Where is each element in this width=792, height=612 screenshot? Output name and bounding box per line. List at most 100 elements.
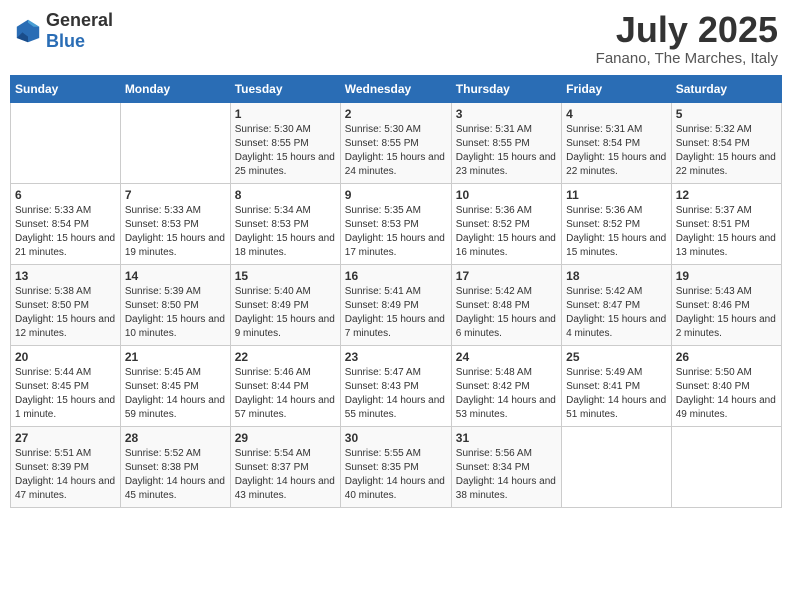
day-info: Sunrise: 5:37 AM Sunset: 8:51 PM Dayligh… — [676, 204, 777, 260]
day-info: Sunrise: 5:30 AM Sunset: 8:55 PM Dayligh… — [345, 123, 447, 179]
day-number: 10 — [456, 188, 557, 202]
header-wednesday: Wednesday — [340, 75, 451, 102]
calendar-cell: 3 Sunrise: 5:31 AM Sunset: 8:55 PM Daylig… — [451, 102, 561, 183]
day-info: Sunrise: 5:32 AM Sunset: 8:54 PM Dayligh… — [676, 123, 777, 179]
day-info: Sunrise: 5:36 AM Sunset: 8:52 PM Dayligh… — [456, 204, 557, 260]
day-number: 23 — [345, 350, 447, 364]
day-info: Sunrise: 5:31 AM Sunset: 8:55 PM Dayligh… — [456, 123, 557, 179]
day-info: Sunrise: 5:44 AM Sunset: 8:45 PM Dayligh… — [15, 366, 116, 422]
calendar-cell — [671, 426, 781, 507]
logo-icon — [14, 17, 42, 45]
day-info: Sunrise: 5:33 AM Sunset: 8:54 PM Dayligh… — [15, 204, 116, 260]
day-info: Sunrise: 5:30 AM Sunset: 8:55 PM Dayligh… — [235, 123, 336, 179]
calendar-cell: 11Sunrise: 5:36 AM Sunset: 8:52 PM Dayli… — [562, 183, 672, 264]
day-info: Sunrise: 5:36 AM Sunset: 8:52 PM Dayligh… — [566, 204, 667, 260]
day-info: Sunrise: 5:40 AM Sunset: 8:49 PM Dayligh… — [235, 285, 336, 341]
day-number: 27 — [15, 431, 116, 445]
day-info: Sunrise: 5:41 AM Sunset: 8:49 PM Dayligh… — [345, 285, 447, 341]
day-number: 26 — [676, 350, 777, 364]
day-info: Sunrise: 5:45 AM Sunset: 8:45 PM Dayligh… — [125, 366, 226, 422]
header-thursday: Thursday — [451, 75, 561, 102]
logo: General Blue — [14, 10, 113, 52]
calendar-week-row: 20 Sunrise: 5:44 AM Sunset: 8:45 PM Dayli… — [11, 345, 782, 426]
calendar-cell: 12 Sunrise: 5:37 AM Sunset: 8:51 PM Dayli… — [671, 183, 781, 264]
day-info: Sunrise: 5:52 AM Sunset: 8:38 PM Dayligh… — [125, 447, 226, 503]
day-info: Sunrise: 5:48 AM Sunset: 8:42 PM Dayligh… — [456, 366, 557, 422]
day-number: 6 — [15, 188, 116, 202]
day-number: 5 — [676, 107, 777, 121]
calendar-cell: 10 Sunrise: 5:36 AM Sunset: 8:52 PM Dayli… — [451, 183, 561, 264]
day-number: 2 — [345, 107, 447, 121]
calendar-week-row: 6 Sunrise: 5:33 AM Sunset: 8:54 PM Daylig… — [11, 183, 782, 264]
day-number: 31 — [456, 431, 557, 445]
calendar-cell: 6 Sunrise: 5:33 AM Sunset: 8:54 PM Daylig… — [11, 183, 121, 264]
day-number: 12 — [676, 188, 777, 202]
location-subtitle: Fanano, The Marches, Italy — [596, 50, 778, 67]
title-section: July 2025 Fanano, The Marches, Italy — [596, 10, 778, 67]
day-info: Sunrise: 5:43 AM Sunset: 8:46 PM Dayligh… — [676, 285, 777, 341]
header-monday: Monday — [120, 75, 230, 102]
day-number: 30 — [345, 431, 447, 445]
calendar-cell: 5 Sunrise: 5:32 AM Sunset: 8:54 PM Daylig… — [671, 102, 781, 183]
calendar-cell: 9Sunrise: 5:35 AM Sunset: 8:53 PM Daylig… — [340, 183, 451, 264]
calendar-cell: 21 Sunrise: 5:45 AM Sunset: 8:45 PM Dayli… — [120, 345, 230, 426]
day-number: 13 — [15, 269, 116, 283]
day-number: 3 — [456, 107, 557, 121]
calendar-cell: 13 Sunrise: 5:38 AM Sunset: 8:50 PM Dayli… — [11, 264, 121, 345]
day-info: Sunrise: 5:39 AM Sunset: 8:50 PM Dayligh… — [125, 285, 226, 341]
day-number: 4 — [566, 107, 667, 121]
day-number: 18 — [566, 269, 667, 283]
calendar-cell: 19Sunrise: 5:43 AM Sunset: 8:46 PM Dayli… — [671, 264, 781, 345]
day-info: Sunrise: 5:31 AM Sunset: 8:54 PM Dayligh… — [566, 123, 667, 179]
day-info: Sunrise: 5:42 AM Sunset: 8:48 PM Dayligh… — [456, 285, 557, 341]
day-number: 22 — [235, 350, 336, 364]
day-number: 7 — [125, 188, 226, 202]
day-info: Sunrise: 5:55 AM Sunset: 8:35 PM Dayligh… — [345, 447, 447, 503]
day-info: Sunrise: 5:46 AM Sunset: 8:44 PM Dayligh… — [235, 366, 336, 422]
calendar-cell: 18 Sunrise: 5:42 AM Sunset: 8:47 PM Dayli… — [562, 264, 672, 345]
calendar-week-row: 1 Sunrise: 5:30 AM Sunset: 8:55 PM Daylig… — [11, 102, 782, 183]
calendar-cell: 30 Sunrise: 5:55 AM Sunset: 8:35 PM Dayli… — [340, 426, 451, 507]
calendar-cell: 7 Sunrise: 5:33 AM Sunset: 8:53 PM Daylig… — [120, 183, 230, 264]
day-info: Sunrise: 5:54 AM Sunset: 8:37 PM Dayligh… — [235, 447, 336, 503]
header-tuesday: Tuesday — [230, 75, 340, 102]
calendar-cell: 14Sunrise: 5:39 AM Sunset: 8:50 PM Dayli… — [120, 264, 230, 345]
calendar-cell: 2 Sunrise: 5:30 AM Sunset: 8:55 PM Daylig… — [340, 102, 451, 183]
calendar-cell: 1 Sunrise: 5:30 AM Sunset: 8:55 PM Daylig… — [230, 102, 340, 183]
calendar-cell — [562, 426, 672, 507]
day-number: 21 — [125, 350, 226, 364]
day-number: 25 — [566, 350, 667, 364]
calendar-cell: 27Sunrise: 5:51 AM Sunset: 8:39 PM Dayli… — [11, 426, 121, 507]
day-info: Sunrise: 5:47 AM Sunset: 8:43 PM Dayligh… — [345, 366, 447, 422]
day-number: 9 — [345, 188, 447, 202]
day-info: Sunrise: 5:42 AM Sunset: 8:47 PM Dayligh… — [566, 285, 667, 341]
day-number: 1 — [235, 107, 336, 121]
day-number: 24 — [456, 350, 557, 364]
page-header: General Blue July 2025 Fanano, The March… — [10, 10, 782, 67]
header-friday: Friday — [562, 75, 672, 102]
calendar-cell: 26Sunrise: 5:50 AM Sunset: 8:40 PM Dayli… — [671, 345, 781, 426]
calendar-cell: 16 Sunrise: 5:41 AM Sunset: 8:49 PM Dayli… — [340, 264, 451, 345]
month-title: July 2025 — [596, 10, 778, 50]
day-info: Sunrise: 5:38 AM Sunset: 8:50 PM Dayligh… — [15, 285, 116, 341]
calendar-week-row: 13 Sunrise: 5:38 AM Sunset: 8:50 PM Dayli… — [11, 264, 782, 345]
day-info: Sunrise: 5:49 AM Sunset: 8:41 PM Dayligh… — [566, 366, 667, 422]
day-number: 16 — [345, 269, 447, 283]
weekday-header-row: Sunday Monday Tuesday Wednesday Thursday… — [11, 75, 782, 102]
header-saturday: Saturday — [671, 75, 781, 102]
day-number: 20 — [15, 350, 116, 364]
day-number: 8 — [235, 188, 336, 202]
day-info: Sunrise: 5:56 AM Sunset: 8:34 PM Dayligh… — [456, 447, 557, 503]
day-info: Sunrise: 5:33 AM Sunset: 8:53 PM Dayligh… — [125, 204, 226, 260]
calendar-cell: 22 Sunrise: 5:46 AM Sunset: 8:44 PM Dayli… — [230, 345, 340, 426]
calendar-cell — [11, 102, 121, 183]
day-number: 17 — [456, 269, 557, 283]
calendar-cell: 31 Sunrise: 5:56 AM Sunset: 8:34 PM Dayli… — [451, 426, 561, 507]
calendar-week-row: 27Sunrise: 5:51 AM Sunset: 8:39 PM Dayli… — [11, 426, 782, 507]
calendar-cell: 28Sunrise: 5:52 AM Sunset: 8:38 PM Dayli… — [120, 426, 230, 507]
calendar-cell — [120, 102, 230, 183]
day-info: Sunrise: 5:34 AM Sunset: 8:53 PM Dayligh… — [235, 204, 336, 260]
calendar-cell: 15Sunrise: 5:40 AM Sunset: 8:49 PM Dayli… — [230, 264, 340, 345]
calendar-cell: 4 Sunrise: 5:31 AM Sunset: 8:54 PM Daylig… — [562, 102, 672, 183]
calendar-cell: 25 Sunrise: 5:49 AM Sunset: 8:41 PM Dayli… — [562, 345, 672, 426]
